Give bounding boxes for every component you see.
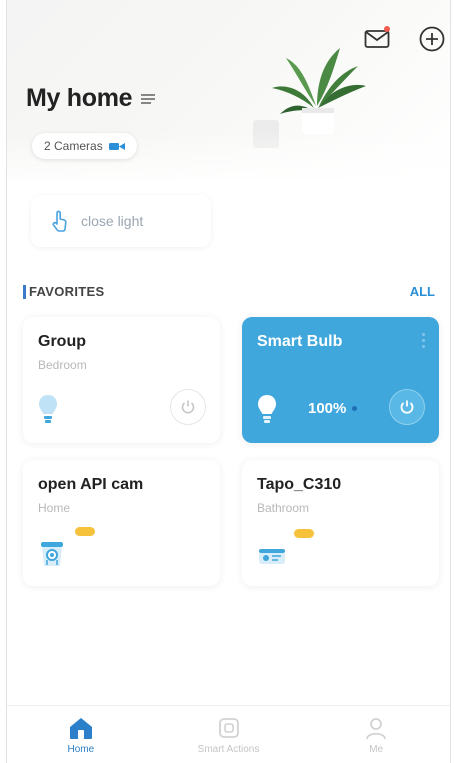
add-circle-icon xyxy=(419,26,445,52)
power-icon xyxy=(400,400,414,414)
device-card-tapo-c310[interactable]: Tapo_C310 Bathroom xyxy=(242,460,439,586)
tab-me[interactable]: Me xyxy=(302,706,450,763)
device-room: Home xyxy=(38,501,71,515)
home-icon xyxy=(69,718,92,739)
page-title: My home xyxy=(26,84,133,112)
home-switch-button[interactable] xyxy=(140,93,156,105)
add-device-button[interactable] xyxy=(415,22,449,56)
unread-dot xyxy=(384,26,390,32)
power-button[interactable] xyxy=(170,389,206,425)
menu-icon xyxy=(141,93,156,104)
tab-label: Me xyxy=(369,744,384,755)
device-name: open API cam xyxy=(38,476,144,493)
device-card-smart-bulb[interactable]: Smart Bulb 100% xyxy=(242,317,439,443)
device-room: Bedroom xyxy=(38,358,87,372)
device-card-open-api-cam[interactable]: open API cam Home xyxy=(23,460,220,586)
new-badge xyxy=(294,529,314,538)
power-button[interactable] xyxy=(389,389,425,425)
tab-smart-actions[interactable]: Smart Actions xyxy=(155,706,303,763)
power-icon xyxy=(181,400,195,414)
brightness-value: 100% xyxy=(308,400,347,417)
person-icon xyxy=(366,718,387,740)
shortcut-label: close light xyxy=(81,213,144,229)
app-screen: My home 2 Cameras close light FAVORITES … xyxy=(6,0,451,763)
tab-label: Home xyxy=(67,744,95,755)
tap-hand-icon xyxy=(51,210,69,232)
device-name: Group xyxy=(38,333,86,350)
device-name: Smart Bulb xyxy=(257,333,343,350)
device-card-group[interactable]: Group Bedroom xyxy=(23,317,220,443)
tab-label: Smart Actions xyxy=(197,744,260,755)
brightness-level: 100% xyxy=(308,400,358,417)
mail-icon xyxy=(364,30,390,48)
favorites-all-link[interactable]: ALL xyxy=(410,284,435,299)
device-room: Bathroom xyxy=(257,501,310,515)
home-title-row: My home xyxy=(26,84,156,113)
shortcut-close-light[interactable]: close light xyxy=(31,195,211,247)
bulb-icon xyxy=(256,393,278,425)
cameras-pill[interactable]: 2 Cameras xyxy=(32,133,137,159)
favorites-title-text: FAVORITES xyxy=(29,284,105,299)
favorites-title: FAVORITES xyxy=(23,284,104,299)
favorites-header: FAVORITES ALL xyxy=(23,284,435,299)
smart-actions-icon xyxy=(218,718,239,738)
video-icon xyxy=(108,142,125,150)
bottom-tab-bar: Home Smart Actions Me xyxy=(7,705,450,763)
status-dot xyxy=(352,406,358,411)
new-badge xyxy=(75,527,95,536)
cameras-label: 2 Cameras xyxy=(44,139,103,153)
tab-home[interactable]: Home xyxy=(7,706,155,763)
device-name: Tapo_C310 xyxy=(257,476,342,493)
section-marker xyxy=(23,284,26,299)
camera-icon xyxy=(37,536,67,568)
more-icon[interactable] xyxy=(422,333,425,348)
outdoor-camera-icon xyxy=(256,542,288,568)
messages-button[interactable] xyxy=(360,22,394,56)
bulb-icon xyxy=(37,393,59,425)
